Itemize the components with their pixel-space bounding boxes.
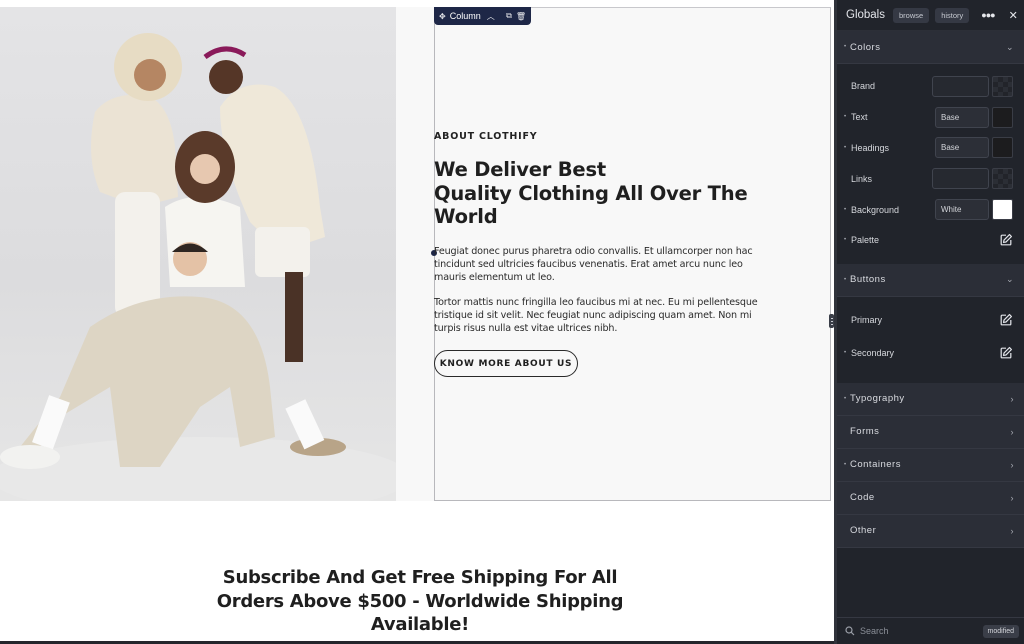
text-color-swatch[interactable] bbox=[992, 106, 1013, 128]
trash-icon[interactable]: 🗑 bbox=[516, 12, 526, 21]
color-row-background: • Background White bbox=[837, 194, 1024, 225]
modified-badge[interactable]: modified bbox=[982, 624, 1019, 638]
background-color-swatch[interactable] bbox=[992, 199, 1013, 221]
brand-color-input[interactable] bbox=[932, 75, 989, 97]
page-canvas: ✥ Column ︿ ⧉ 🗑 ABOUT CLOTHIFY We Deliver… bbox=[0, 0, 834, 644]
chevron-up-icon[interactable]: ︿ bbox=[487, 11, 495, 22]
section-buttons[interactable]: • Buttons ⌄ bbox=[837, 263, 1024, 297]
more-horizontal-icon[interactable]: ●●● bbox=[981, 10, 995, 20]
color-row-links: Links bbox=[837, 163, 1024, 194]
subscribe-line-1: Subscribe And Get Free Shipping For All bbox=[222, 567, 618, 588]
history-button[interactable]: history bbox=[935, 7, 970, 23]
duplicate-icon[interactable]: ⧉ bbox=[506, 11, 512, 21]
search-icon bbox=[845, 626, 855, 636]
colors-body: Brand • Text Base • Headings Base Links … bbox=[837, 64, 1024, 264]
background-color-input[interactable]: White bbox=[935, 199, 989, 221]
edit-icon[interactable] bbox=[999, 313, 1013, 327]
subscribe-heading: Subscribe And Get Free Shipping For All … bbox=[170, 566, 670, 637]
section-code[interactable]: Code › bbox=[837, 481, 1024, 515]
button-row-primary: Primary bbox=[837, 304, 1024, 337]
edit-icon[interactable] bbox=[999, 233, 1013, 247]
section-forms[interactable]: Forms › bbox=[837, 415, 1024, 449]
buttons-body: Primary • Secondary bbox=[837, 296, 1024, 383]
chevron-right-icon: › bbox=[1010, 492, 1014, 503]
links-color-swatch[interactable] bbox=[992, 168, 1013, 190]
chevron-right-icon: › bbox=[1010, 459, 1014, 470]
search-input[interactable]: Search bbox=[860, 626, 889, 636]
panel-resize-handle[interactable] bbox=[829, 314, 834, 328]
column-label: Column bbox=[449, 11, 481, 21]
headings-color-input[interactable]: Base bbox=[935, 137, 989, 159]
section-buttons-label: Buttons bbox=[850, 274, 886, 286]
browse-button[interactable]: browse bbox=[893, 7, 930, 23]
close-icon[interactable]: ✕ bbox=[1009, 9, 1018, 22]
color-row-palette: • Palette bbox=[837, 225, 1024, 256]
section-other[interactable]: Other › bbox=[837, 514, 1024, 548]
subscribe-line-2: Orders Above $500 - Worldwide Shipping bbox=[216, 590, 624, 612]
photo-illustration bbox=[0, 33, 396, 501]
models-photo[interactable] bbox=[0, 7, 396, 501]
chevron-down-icon: ⌄ bbox=[1005, 41, 1014, 52]
column-toolbar[interactable]: ✥ Column ︿ ⧉ 🗑 bbox=[434, 7, 531, 25]
panel-title: Globals bbox=[846, 9, 885, 21]
know-more-button[interactable]: KNOW MORE ABOUT US bbox=[434, 350, 578, 377]
chevron-right-icon: › bbox=[1010, 426, 1014, 437]
edit-icon[interactable] bbox=[999, 346, 1013, 360]
links-color-input[interactable] bbox=[932, 168, 989, 190]
color-row-text: • Text Base bbox=[837, 102, 1024, 133]
panel-header: Globals browse history ●●● ✕ bbox=[837, 0, 1024, 31]
headline-line-2: Quality Clothing All Over The bbox=[434, 181, 748, 205]
section-typography[interactable]: • Typography › bbox=[837, 382, 1024, 416]
globals-panel: Globals browse history ●●● ✕ • Colors ⌄ … bbox=[834, 0, 1024, 644]
chevron-right-icon: › bbox=[1010, 393, 1014, 404]
about-headline: We Deliver Best Quality Clothing All Ove… bbox=[434, 158, 764, 229]
about-eyebrow: ABOUT CLOTHIFY bbox=[434, 131, 538, 142]
chevron-down-icon: ⌄ bbox=[1005, 274, 1014, 285]
section-colors[interactable]: • Colors ⌄ bbox=[837, 31, 1024, 64]
headline-line-1: We Deliver Best bbox=[434, 158, 606, 181]
subscribe-line-3: Available! bbox=[370, 614, 470, 635]
brand-color-swatch[interactable] bbox=[992, 75, 1013, 97]
headings-color-swatch[interactable] bbox=[992, 137, 1013, 159]
about-paragraph-2: Tortor mattis nunc fringilla leo faucibu… bbox=[434, 297, 758, 334]
color-row-headings: • Headings Base bbox=[837, 133, 1024, 164]
panel-footer: Search modified bbox=[837, 617, 1024, 644]
move-icon[interactable]: ✥ bbox=[439, 12, 446, 21]
section-colors-label: Colors bbox=[850, 41, 881, 53]
section-containers[interactable]: • Containers › bbox=[837, 448, 1024, 482]
headline-line-3: World bbox=[434, 205, 498, 228]
text-color-input[interactable]: Base bbox=[935, 106, 989, 128]
button-row-secondary: • Secondary bbox=[837, 337, 1024, 370]
chevron-right-icon: › bbox=[1010, 525, 1014, 536]
about-paragraph-1: Feugiat donec purus pharetra odio conval… bbox=[434, 246, 753, 283]
color-row-brand: Brand bbox=[837, 71, 1024, 102]
